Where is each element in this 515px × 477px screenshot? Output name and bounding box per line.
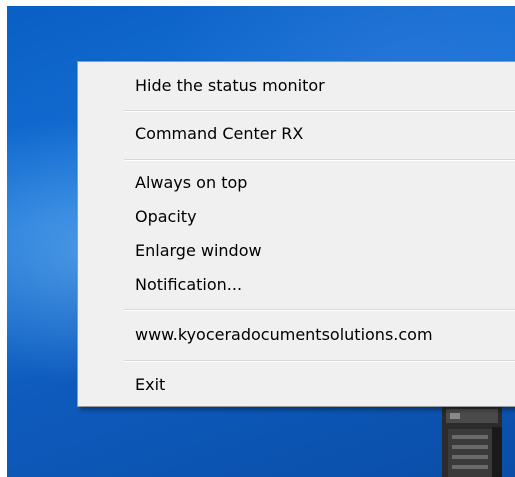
menu-separator (124, 360, 515, 362)
menu-item-always-on-top[interactable]: Always on top (80, 167, 515, 198)
desktop-background: Hide the status monitor Command Center R… (7, 6, 515, 477)
menu-gutter (78, 62, 121, 406)
printer-icon[interactable] (442, 403, 502, 477)
menu-item-command-center-rx[interactable]: Command Center RX (80, 118, 515, 149)
context-menu: Hide the status monitor Command Center R… (77, 61, 515, 407)
menu-separator (124, 159, 515, 161)
menu-separator (124, 309, 515, 311)
menu-item-opacity[interactable]: Opacity (80, 201, 515, 232)
menu-item-notification[interactable]: Notification... (80, 269, 515, 300)
menu-item-enlarge-window[interactable]: Enlarge window (80, 235, 515, 266)
menu-separator (124, 110, 515, 112)
menu-item-kyocera-website-link[interactable]: www.kyoceradocumentsolutions.com (80, 319, 515, 350)
menu-item-hide-status-monitor[interactable]: Hide the status monitor (80, 70, 515, 101)
menu-item-exit[interactable]: Exit (80, 369, 515, 400)
